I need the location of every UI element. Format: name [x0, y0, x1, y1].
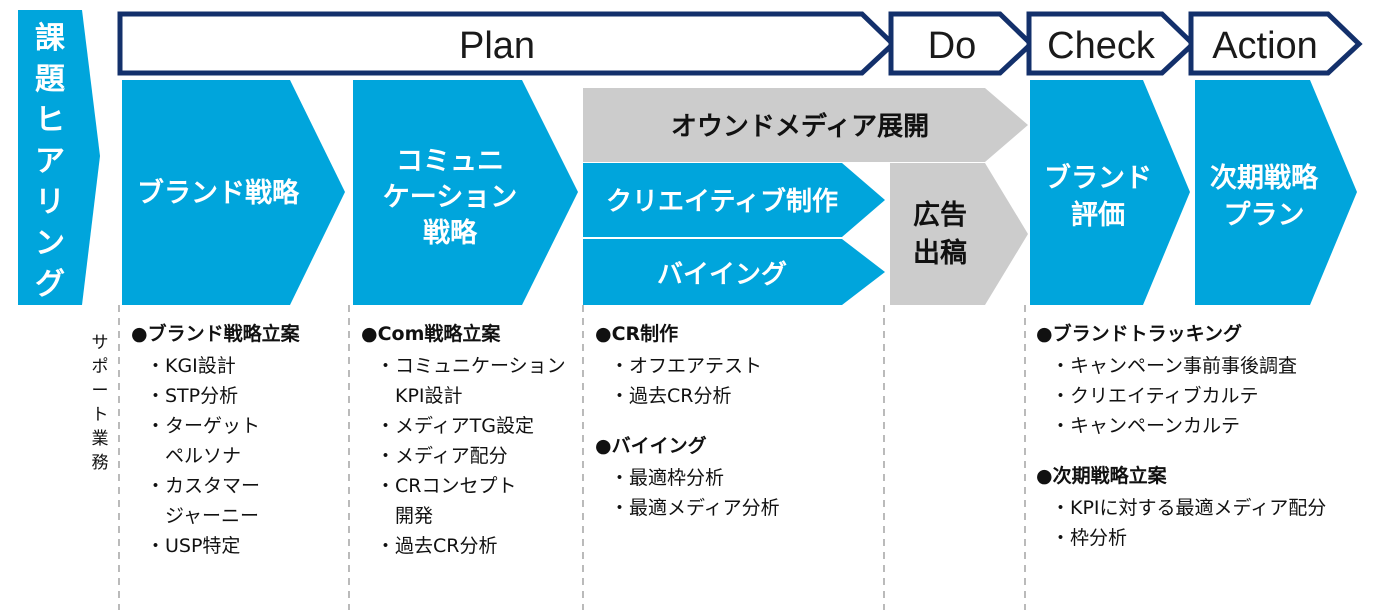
- stage-chevron-brand-evaluation[interactable]: ブランド 評価: [1030, 80, 1190, 305]
- stage-chevron-next-strategy-plan[interactable]: 次期戦略 プラン: [1195, 80, 1357, 305]
- detail-item: ・枠分析: [1051, 527, 1127, 549]
- header-chevron-action-label: Action: [1212, 25, 1318, 67]
- detail-column-evaluation-next-plan-details: ●ブランドトラッキング ・キャンペーン事前事後調査 ・クリエイティブカルテ ・キ…: [1036, 322, 1326, 549]
- detail-item: ・メディア配分: [376, 445, 508, 467]
- stage-chevron-next-strategy-plan-label-0: 次期戦略: [1210, 162, 1319, 194]
- header-chevron-check-label: Check: [1047, 25, 1156, 67]
- stage-chevron-brand-strategy-label-0: ブランド戦略: [137, 177, 300, 209]
- support-tasks-label-char-1: ポ: [92, 357, 109, 377]
- entry-chevron-label-char-1: 題: [35, 62, 65, 97]
- header-chevron-action[interactable]: Action: [1188, 11, 1363, 76]
- detail-item: ・過去CR分析: [376, 535, 497, 557]
- detail-item: ・クリエイティブカルテ: [1051, 384, 1258, 407]
- detail-item: ・ターゲット: [146, 415, 260, 437]
- detail-item: ・最適枠分析: [610, 467, 724, 489]
- header-chevron-plan[interactable]: Plan: [117, 11, 897, 76]
- pdca-marketing-process-diagram: 課 題 ヒ ア リ ン グ Plan Do Check Action ブランド戦…: [18, 10, 1363, 610]
- detail-item: ・USP特定: [146, 535, 240, 557]
- band-creative-production-label: クリエイティブ制作: [606, 186, 838, 217]
- detail-heading: ●次期戦略立案: [1036, 464, 1168, 487]
- support-tasks-label-char-4: 業: [92, 429, 109, 449]
- detail-column-creative-buying-details: ●CR制作 ・オフエアテスト ・過去CR分析 ●バイイング ・最適枠分析 ・最適…: [595, 322, 780, 519]
- band-creative-production[interactable]: クリエイティブ制作: [583, 163, 885, 237]
- detail-item: ・最適メディア分析: [610, 497, 780, 519]
- stage-chevron-ad-delivery-shape: [890, 163, 1028, 305]
- entry-chevron-label-char-6: グ: [35, 267, 65, 302]
- support-tasks-label-char-3: ト: [92, 405, 109, 425]
- band-buying-label: バイイング: [657, 260, 787, 290]
- header-chevron-check[interactable]: Check: [1026, 11, 1197, 76]
- detail-column-brand-strategy-details: ●ブランド戦略立案 ・KGI設計 ・STP分析 ・ターゲット ペルソナ ・カスタ…: [131, 322, 301, 557]
- detail-item: ・メディアTG設定: [376, 415, 534, 437]
- stage-chevron-brand-evaluation-label-1: 評価: [1071, 199, 1125, 231]
- detail-item: ・オフエアテスト: [610, 355, 762, 377]
- support-tasks-label-char-0: サ: [92, 333, 109, 353]
- header-chevron-do-label: Do: [928, 25, 977, 67]
- detail-item: ・キャンペーン事前事後調査: [1051, 355, 1297, 377]
- stage-chevron-ad-delivery-label-1: 出稿: [913, 237, 967, 269]
- header-chevron-do[interactable]: Do: [888, 11, 1035, 76]
- stage-chevron-ad-delivery-label-0: 広告: [913, 199, 967, 231]
- detail-column-communication-strategy-details: ●Com戦略立案 ・コミュニケーション KPI設計 ・メディアTG設定 ・メディ…: [361, 322, 566, 557]
- entry-chevron-label-char-2: ヒ: [35, 103, 65, 138]
- stage-chevron-communication-strategy[interactable]: コミュニ ケーション 戦略: [353, 80, 578, 305]
- diagram-canvas: 課 題 ヒ ア リ ン グ Plan Do Check Action ブランド戦…: [0, 0, 1383, 612]
- band-owned-media-label: オウンドメディア展開: [671, 111, 929, 142]
- stage-chevron-brand-strategy[interactable]: ブランド戦略: [122, 80, 345, 305]
- detail-heading: ●バイイング: [595, 434, 707, 457]
- column-dividers: [118, 305, 1026, 610]
- stage-chevron-communication-strategy-label-1: ケーション: [383, 182, 517, 213]
- detail-item: ・カスタマー: [146, 475, 260, 497]
- detail-item: KPI設計: [376, 385, 463, 407]
- detail-item: ・キャンペーンカルテ: [1051, 415, 1240, 437]
- band-owned-media[interactable]: オウンドメディア展開: [583, 88, 1028, 162]
- entry-chevron-label-char-4: リ: [35, 185, 65, 220]
- detail-item: 開発: [376, 505, 433, 527]
- detail-item: ペルソナ: [146, 445, 241, 467]
- detail-heading: ●ブランドトラッキング: [1036, 322, 1242, 345]
- band-buying[interactable]: バイイング: [583, 239, 885, 305]
- pdca-header-row: Plan Do Check Action: [117, 11, 1363, 76]
- detail-item: ・KPIに対する最適メディア配分: [1051, 497, 1326, 519]
- header-chevron-plan-label: Plan: [459, 25, 535, 67]
- support-tasks-label-char-2: ー: [92, 381, 109, 401]
- entry-chevron-label-char-5: ン: [35, 226, 65, 261]
- stage-chevron-ad-delivery[interactable]: 広告 出稿: [890, 163, 1028, 305]
- support-tasks-label-char-5: 務: [92, 453, 109, 473]
- entry-chevron-label-char-0: 課: [35, 21, 66, 56]
- stage-chevron-next-strategy-plan-label-1: プラン: [1224, 200, 1305, 231]
- entry-chevron[interactable]: 課 題 ヒ ア リ ン グ: [18, 10, 100, 305]
- detail-item: ・コミュニケーション: [376, 355, 566, 377]
- detail-heading: ●CR制作: [595, 322, 678, 345]
- detail-item: ジャーニー: [146, 505, 259, 527]
- detail-item: ・過去CR分析: [610, 385, 731, 407]
- detail-item: ・STP分析: [146, 385, 238, 407]
- detail-heading: ●Com戦略立案: [361, 322, 501, 345]
- detail-item: ・CRコンセプト: [376, 475, 516, 497]
- stage-chevron-communication-strategy-label-2: 戦略: [423, 217, 478, 249]
- detail-heading: ●ブランド戦略立案: [131, 322, 301, 345]
- support-tasks-label: サ ポ ー ト 業 務: [92, 333, 109, 473]
- stage-chevron-communication-strategy-label-0: コミュニ: [396, 146, 504, 177]
- stage-chevron-brand-evaluation-label-0: ブランド: [1044, 162, 1152, 194]
- entry-chevron-label-char-3: ア: [35, 144, 65, 179]
- detail-item: ・KGI設計: [146, 355, 236, 377]
